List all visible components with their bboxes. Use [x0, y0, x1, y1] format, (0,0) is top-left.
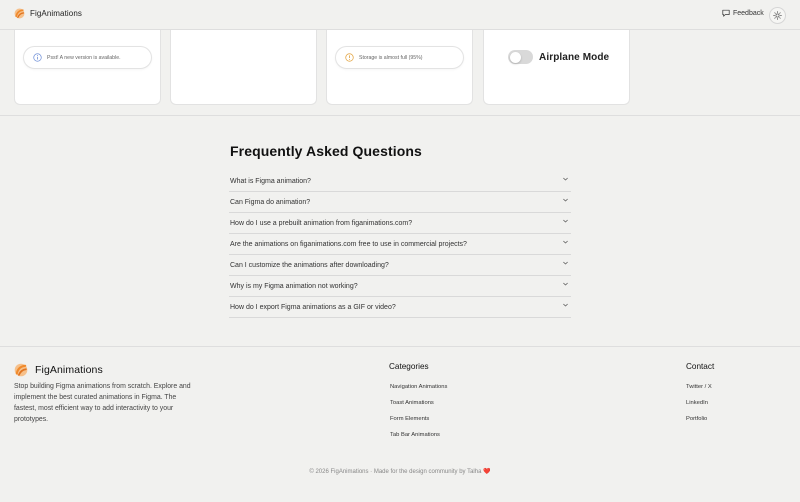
- faq-title: Frequently Asked Questions: [230, 143, 422, 159]
- faq-question: Why is my Figma animation not working?: [230, 283, 358, 290]
- airplane-mode-label: Airplane Mode: [539, 51, 610, 63]
- empty-preview-card[interactable]: [170, 30, 317, 105]
- faq-question: Can I customize the animations after dow…: [230, 262, 389, 269]
- chevron-down-icon: [563, 261, 568, 265]
- faq-question: How do I use a prebuilt animation from f…: [230, 220, 413, 227]
- toggle-knob: [509, 51, 521, 63]
- toast-preview-card[interactable]: Psst! A new version is available.: [14, 30, 161, 105]
- footer-brand-name: FigAnimations: [35, 364, 103, 376]
- brand-name: FigAnimations: [30, 9, 82, 18]
- brand-link[interactable]: FigAnimations: [14, 8, 82, 19]
- heart-icon: ❤️: [483, 469, 491, 475]
- info-icon: [33, 53, 42, 62]
- chevron-down-icon: [563, 177, 568, 181]
- faq-question: How do I export Figma animations as a GI…: [230, 304, 396, 311]
- faq-item[interactable]: Are the animations on figanimations.com …: [229, 234, 571, 255]
- chevron-down-icon: [563, 219, 568, 223]
- footer-link-linkedin[interactable]: LinkedIn: [686, 400, 708, 406]
- sun-icon: [773, 11, 782, 20]
- faq-question: What is Figma animation?: [230, 178, 311, 185]
- footer-link-portfolio[interactable]: Portfolio: [686, 416, 707, 422]
- chevron-down-icon: [563, 303, 568, 307]
- update-toast: Psst! A new version is available.: [23, 46, 152, 69]
- faq-item[interactable]: Can I customize the animations after dow…: [229, 255, 571, 276]
- footer-description: Stop building Figma animations from scra…: [14, 383, 191, 423]
- footer-link-toast-animations[interactable]: Toast Animations: [390, 400, 434, 406]
- chevron-down-icon: [563, 282, 568, 286]
- faq-item[interactable]: Why is my Figma animation not working?: [229, 276, 571, 297]
- top-bar: FigAnimations Feedback: [0, 0, 800, 30]
- footer-link-navigation-animations[interactable]: Navigation Animations: [390, 384, 447, 390]
- animation-previews: Psst! A new version is available. Storag…: [0, 30, 800, 116]
- toast-message: Psst! A new version is available.: [47, 54, 121, 61]
- feedback-button[interactable]: Feedback: [722, 9, 764, 17]
- faq-list: What is Figma animation? Can Figma do an…: [229, 171, 571, 318]
- figanimations-logo-icon: [14, 8, 25, 19]
- footer-brand[interactable]: FigAnimations: [14, 363, 103, 377]
- faq-item[interactable]: Can Figma do animation?: [229, 192, 571, 213]
- warning-icon: [345, 53, 354, 62]
- feedback-label: Feedback: [733, 9, 764, 17]
- footer-link-twitter[interactable]: Twitter / X: [686, 384, 712, 390]
- storage-toast: Storage is almost full (95%): [335, 46, 464, 69]
- chevron-down-icon: [563, 198, 568, 202]
- faq-item[interactable]: How do I use a prebuilt animation from f…: [229, 213, 571, 234]
- faq-item[interactable]: How do I export Figma animations as a GI…: [229, 297, 571, 318]
- storage-preview-card[interactable]: Storage is almost full (95%): [326, 30, 473, 105]
- toast-message: Storage is almost full (95%): [359, 54, 423, 61]
- message-icon: [722, 9, 730, 17]
- footer-link-form-elements[interactable]: Form Elements: [390, 416, 429, 422]
- contact-heading: Contact: [686, 362, 715, 371]
- faq-question: Can Figma do animation?: [230, 199, 311, 206]
- copyright-text: © 2026 FigAnimations · Made for the desi…: [309, 469, 482, 475]
- figanimations-logo-icon: [14, 363, 28, 377]
- copyright: © 2026 FigAnimations · Made for the desi…: [0, 468, 800, 475]
- airplane-mode-toggle[interactable]: [508, 50, 533, 64]
- toggle-preview-card[interactable]: Airplane Mode: [483, 30, 630, 105]
- footer-link-tab-bar-animations[interactable]: Tab Bar Animations: [390, 432, 440, 438]
- chevron-down-icon: [563, 240, 568, 244]
- footer: FigAnimations Stop building Figma animat…: [0, 346, 800, 502]
- categories-heading: Categories: [389, 362, 429, 371]
- faq-question: Are the animations on figanimations.com …: [230, 241, 467, 248]
- theme-toggle-button[interactable]: [769, 7, 786, 24]
- faq-item[interactable]: What is Figma animation?: [229, 171, 571, 192]
- airplane-mode-row: Airplane Mode: [508, 50, 609, 64]
